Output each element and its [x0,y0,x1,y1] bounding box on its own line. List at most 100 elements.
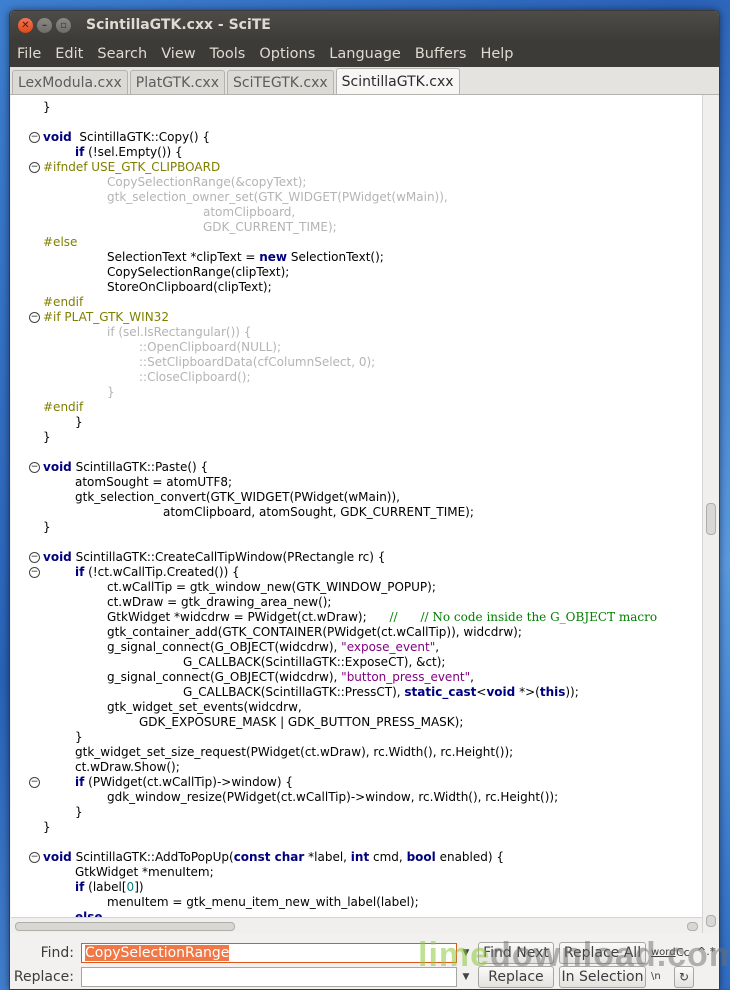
code-token: static_cast [404,685,477,699]
fold-toggle-icon[interactable]: − [29,162,40,173]
code-line: atomSought = atomUTF8; [11,475,702,490]
code-line: G_CALLBACK(ScintillaGTK::ExposeCT), &ct)… [11,655,702,670]
code-text: g_signal_connect(G_OBJECT(widcdrw), "exp… [107,640,439,655]
fold-toggle-icon[interactable]: − [29,552,40,563]
code-line: if (sel.IsRectangular()) { [11,325,702,340]
code-token: GtkWidget *widcdrw = PWidget(ct.wDraw); [107,610,390,624]
horizontal-scroll-end[interactable] [687,922,698,931]
fold-toggle-icon[interactable]: − [29,852,40,863]
horizontal-scrollbar[interactable] [11,917,702,934]
code-text: GDK_EXPOSURE_MASK | GDK_BUTTON_PRESS_MAS… [139,715,463,730]
code-token: int [350,850,370,864]
code-text: } [43,520,51,535]
tab-scintillagtk-cxx[interactable]: ScintillaGTK.cxx [335,68,460,94]
code-text: GtkWidget *menuItem; [75,865,214,880]
code-token: G_CALLBACK(ScintillaGTK::PressCT), [183,685,405,699]
code-line: menuItem = gtk_menu_item_new_with_label(… [11,895,702,910]
title-bar[interactable]: ✕ – ▫ ScintillaGTK.cxx - SciTE [10,11,719,41]
find-input[interactable]: CopySelectionRange [81,943,457,963]
code-text: gdk_window_resize(PWidget(ct.wCallTip)->… [107,790,558,805]
code-editor[interactable]: } − void ScintillaGTK::Copy() {if (!sel.Em… [11,95,702,917]
horizontal-scroll-thumb[interactable] [15,922,235,931]
code-text: if (sel.IsRectangular()) { [107,325,251,340]
code-line: ::OpenClipboard(NULL); [11,340,702,355]
fold-toggle-icon[interactable]: − [29,777,40,788]
code-token: SelectionText *clipText = [107,250,260,264]
code-text: G_CALLBACK(ScintillaGTK::ExposeCT), &ct)… [183,655,445,670]
menu-view[interactable]: View [154,46,202,62]
code-text: CopySelectionRange(&copyText); [107,175,306,190]
code-token: void [43,130,72,144]
code-line: } [11,385,702,400]
code-token: this [539,685,566,699]
code-text: #endif [43,400,83,415]
menu-help[interactable]: Help [473,46,520,62]
code-line: atomClipboard, atomSought, GDK_CURRENT_T… [11,505,702,520]
fold-toggle-icon[interactable]: − [29,567,40,578]
code-text: atomClipboard, atomSought, GDK_CURRENT_T… [163,505,474,520]
code-token: if [75,880,85,894]
code-token: ::OpenClipboard(NULL); [139,340,281,354]
menu-search[interactable]: Search [90,46,154,62]
watermark-logo: limedownload.com [418,936,730,974]
close-icon: ✕ [21,19,30,31]
code-line: − if (!ct.wCallTip.Created()) { [11,565,702,580]
code-token: #if PLAT_GTK_WIN32 [43,310,169,324]
menu-language[interactable]: Language [322,46,408,62]
code-token: CopySelectionRange(&copyText); [107,175,307,189]
fold-toggle-icon[interactable]: − [29,312,40,323]
code-token: cmd, [369,850,407,864]
minimize-window-button[interactable]: – [37,18,52,33]
code-token: ct.wDraw = gtk_drawing_area_new(); [107,595,332,609]
code-token: ::CloseClipboard(); [139,370,251,384]
code-token: } [43,820,51,834]
code-token: GDK_CURRENT_TIME); [203,220,337,234]
fold-toggle-icon[interactable]: − [29,132,40,143]
code-token: "button_press_event" [341,670,471,684]
code-token: new [259,250,288,264]
code-text: ::CloseClipboard(); [139,370,251,385]
menu-tools[interactable]: Tools [203,46,253,62]
maximize-window-button[interactable]: ▫ [56,18,71,33]
code-text: ::OpenClipboard(NULL); [139,340,281,355]
code-line: ct.wDraw = gtk_drawing_area_new(); [11,595,702,610]
code-token: ScintillaGTK::Copy() { [71,130,211,144]
code-text: gtk_container_add(GTK_CONTAINER(PWidget(… [107,625,522,640]
tab-platgtk-cxx[interactable]: PlatGTK.cxx [129,70,225,94]
code-token: StoreOnClipboard(clipText); [107,280,272,294]
code-text: } [107,385,115,400]
tab-bar: LexModula.cxx PlatGTK.cxx SciTEGTK.cxx Scin… [10,67,719,95]
menu-edit[interactable]: Edit [48,46,90,62]
code-token: void [486,685,516,699]
fold-toggle-icon[interactable]: − [29,462,40,473]
vertical-scroll-end[interactable] [706,915,716,927]
vertical-scroll-thumb[interactable] [706,503,716,535]
code-line: ::SetClipboardData(cfColumnSelect, 0); [11,355,702,370]
vertical-scrollbar[interactable] [702,95,719,933]
code-text: void ScintillaGTK::Paste() { [43,460,208,475]
replace-input[interactable] [81,967,457,987]
code-token: g_signal_connect(G_OBJECT(widcdrw), [107,670,342,684]
menu-buffers[interactable]: Buffers [408,46,474,62]
code-token: ]) [134,880,144,894]
code-token: GDK_EXPOSURE_MASK | GDK_BUTTON_PRESS_MAS… [139,715,464,729]
code-line: g_signal_connect(G_OBJECT(widcdrw), "but… [11,670,702,685]
code-token: G_CALLBACK(ScintillaGTK::ExposeCT), &ct)… [183,655,446,669]
code-line: gdk_window_resize(PWidget(ct.wCallTip)->… [11,790,702,805]
menu-options[interactable]: Options [252,46,322,62]
code-token: #endif [43,400,84,414]
code-token: menuItem = gtk_menu_item_new_with_label(… [107,895,419,909]
tab-scitegtk-cxx[interactable]: SciTEGTK.cxx [227,70,334,94]
code-line: g_signal_connect(G_OBJECT(widcdrw), "exp… [11,640,702,655]
code-token: gtk_selection_owner_set(GTK_WIDGET(PWidg… [107,190,448,204]
close-window-button[interactable]: ✕ [18,18,33,33]
code-text: gtk_widget_set_size_request(PWidget(ct.w… [75,745,513,760]
code-text: if (label[0]) [75,880,144,895]
tab-lexmodula-cxx[interactable]: LexModula.cxx [12,70,128,94]
menu-file[interactable]: File [10,46,48,62]
code-line: − void ScintillaGTK::CreateCallTipWindow(… [11,550,702,565]
code-line: SelectionText *clipText = new SelectionT… [11,250,702,265]
code-token: (label[ [84,880,127,894]
